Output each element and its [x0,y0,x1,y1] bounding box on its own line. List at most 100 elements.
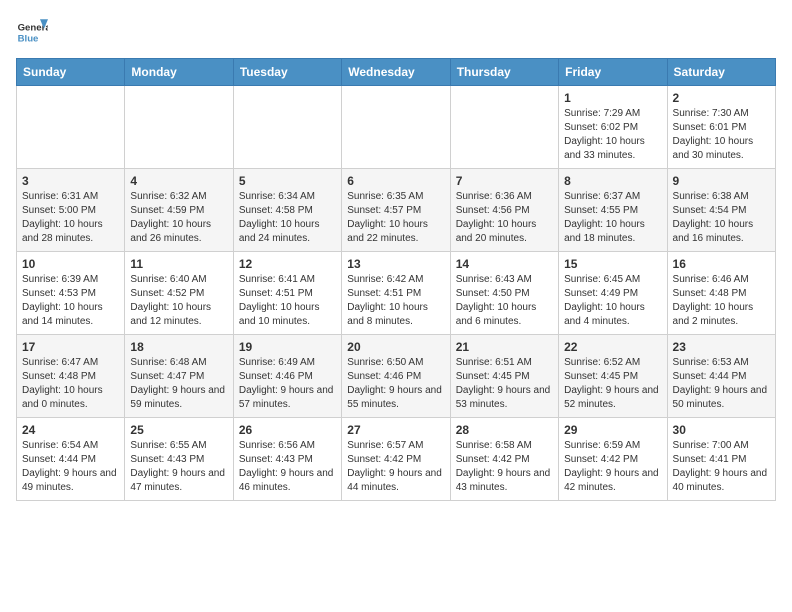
calendar-cell: 12 Sunrise: 6:41 AM Sunset: 4:51 PM Dayli… [233,252,341,335]
day-info: Sunrise: 6:41 AM Sunset: 4:51 PM Dayligh… [239,273,336,329]
calendar-cell: 20 Sunrise: 6:50 AM Sunset: 4:46 PM Dayli… [342,335,450,418]
calendar-cell: 15 Sunrise: 6:45 AM Sunset: 4:49 PM Dayli… [559,252,667,335]
day-info: Sunrise: 6:32 AM Sunset: 4:59 PM Dayligh… [130,190,227,246]
logo-icon: GeneralBlue [16,16,48,48]
day-info: Sunrise: 6:51 AM Sunset: 4:45 PM Dayligh… [456,356,553,412]
calendar-cell: 23 Sunrise: 6:53 AM Sunset: 4:44 PM Dayli… [667,335,775,418]
calendar-cell: 22 Sunrise: 6:52 AM Sunset: 4:45 PM Dayli… [559,335,667,418]
calendar-cell: 25Sunrise: 6:55 AM Sunset: 4:43 PM Dayli… [125,418,233,501]
day-number: 29 [564,423,661,437]
calendar-cell: 13Sunrise: 6:42 AM Sunset: 4:51 PM Dayli… [342,252,450,335]
calendar-cell: 9 Sunrise: 6:38 AM Sunset: 4:54 PM Daylig… [667,169,775,252]
day-number: 12 [239,257,336,271]
day-number: 1 [564,91,661,105]
day-number: 30 [673,423,770,437]
day-info: Sunrise: 6:45 AM Sunset: 4:49 PM Dayligh… [564,273,661,329]
day-number: 5 [239,174,336,188]
day-number: 22 [564,340,661,354]
day-info: Sunrise: 7:30 AM Sunset: 6:01 PM Dayligh… [673,107,770,163]
day-info: Sunrise: 6:52 AM Sunset: 4:45 PM Dayligh… [564,356,661,412]
day-info: Sunrise: 6:58 AM Sunset: 4:42 PM Dayligh… [456,439,553,495]
calendar-header: SundayMondayTuesdayWednesdayThursdayFrid… [17,59,776,86]
calendar-cell: 10 Sunrise: 6:39 AM Sunset: 4:53 PM Dayli… [17,252,125,335]
day-number: 26 [239,423,336,437]
header-day: Sunday [17,59,125,86]
day-number: 20 [347,340,444,354]
day-info: Sunrise: 6:34 AM Sunset: 4:58 PM Dayligh… [239,190,336,246]
day-info: Sunrise: 6:56 AM Sunset: 4:43 PM Dayligh… [239,439,336,495]
calendar-week-row: 3Sunrise: 6:31 AM Sunset: 5:00 PM Daylig… [17,169,776,252]
calendar-cell: 1Sunrise: 7:29 AM Sunset: 6:02 PM Daylig… [559,86,667,169]
calendar-week-row: 17 Sunrise: 6:47 AM Sunset: 4:48 PM Dayli… [17,335,776,418]
header-day: Saturday [667,59,775,86]
day-number: 2 [673,91,770,105]
calendar-cell: 28 Sunrise: 6:58 AM Sunset: 4:42 PM Dayli… [450,418,558,501]
header: GeneralBlue [16,16,776,48]
day-info: Sunrise: 6:53 AM Sunset: 4:44 PM Dayligh… [673,356,770,412]
day-info: Sunrise: 6:38 AM Sunset: 4:54 PM Dayligh… [673,190,770,246]
day-number: 27 [347,423,444,437]
day-number: 3 [22,174,119,188]
day-number: 15 [564,257,661,271]
day-number: 25 [130,423,227,437]
day-info: Sunrise: 6:37 AM Sunset: 4:55 PM Dayligh… [564,190,661,246]
day-info: Sunrise: 6:40 AM Sunset: 4:52 PM Dayligh… [130,273,227,329]
day-info: Sunrise: 6:42 AM Sunset: 4:51 PM Dayligh… [347,273,444,329]
day-number: 16 [673,257,770,271]
calendar-week-row: 1Sunrise: 7:29 AM Sunset: 6:02 PM Daylig… [17,86,776,169]
calendar-cell: 2 Sunrise: 7:30 AM Sunset: 6:01 PM Daylig… [667,86,775,169]
day-number: 7 [456,174,553,188]
day-number: 14 [456,257,553,271]
calendar-cell [342,86,450,169]
calendar-cell: 29 Sunrise: 6:59 AM Sunset: 4:42 PM Dayli… [559,418,667,501]
day-number: 9 [673,174,770,188]
day-number: 18 [130,340,227,354]
calendar-cell: 3Sunrise: 6:31 AM Sunset: 5:00 PM Daylig… [17,169,125,252]
calendar-cell: 6Sunrise: 6:35 AM Sunset: 4:57 PM Daylig… [342,169,450,252]
day-info: Sunrise: 6:50 AM Sunset: 4:46 PM Dayligh… [347,356,444,412]
day-info: Sunrise: 6:48 AM Sunset: 4:47 PM Dayligh… [130,356,227,412]
calendar-cell [125,86,233,169]
day-info: Sunrise: 6:39 AM Sunset: 4:53 PM Dayligh… [22,273,119,329]
calendar-cell: 21 Sunrise: 6:51 AM Sunset: 4:45 PM Dayli… [450,335,558,418]
calendar-table: SundayMondayTuesdayWednesdayThursdayFrid… [16,58,776,501]
day-number: 21 [456,340,553,354]
calendar-cell: 24 Sunrise: 6:54 AM Sunset: 4:44 PM Dayli… [17,418,125,501]
svg-text:Blue: Blue [18,34,39,45]
calendar-cell [233,86,341,169]
calendar-cell [17,86,125,169]
calendar-cell: 7 Sunrise: 6:36 AM Sunset: 4:56 PM Daylig… [450,169,558,252]
calendar-cell: 17 Sunrise: 6:47 AM Sunset: 4:48 PM Dayli… [17,335,125,418]
day-info: Sunrise: 6:59 AM Sunset: 4:42 PM Dayligh… [564,439,661,495]
calendar-cell: 16 Sunrise: 6:46 AM Sunset: 4:48 PM Dayli… [667,252,775,335]
day-number: 19 [239,340,336,354]
calendar-cell: 27 Sunrise: 6:57 AM Sunset: 4:42 PM Dayli… [342,418,450,501]
day-info: Sunrise: 6:43 AM Sunset: 4:50 PM Dayligh… [456,273,553,329]
header-day: Wednesday [342,59,450,86]
day-number: 11 [130,257,227,271]
calendar-cell: 14 Sunrise: 6:43 AM Sunset: 4:50 PM Dayli… [450,252,558,335]
day-number: 28 [456,423,553,437]
day-info: Sunrise: 6:54 AM Sunset: 4:44 PM Dayligh… [22,439,119,495]
day-number: 24 [22,423,119,437]
day-number: 17 [22,340,119,354]
day-number: 10 [22,257,119,271]
calendar-week-row: 10 Sunrise: 6:39 AM Sunset: 4:53 PM Dayli… [17,252,776,335]
calendar-cell: 11 Sunrise: 6:40 AM Sunset: 4:52 PM Dayli… [125,252,233,335]
logo: GeneralBlue [16,16,48,48]
day-info: Sunrise: 6:47 AM Sunset: 4:48 PM Dayligh… [22,356,119,412]
day-number: 23 [673,340,770,354]
day-info: Sunrise: 6:35 AM Sunset: 4:57 PM Dayligh… [347,190,444,246]
calendar-cell: 4 Sunrise: 6:32 AM Sunset: 4:59 PM Daylig… [125,169,233,252]
day-info: Sunrise: 6:57 AM Sunset: 4:42 PM Dayligh… [347,439,444,495]
header-day: Thursday [450,59,558,86]
day-info: Sunrise: 6:49 AM Sunset: 4:46 PM Dayligh… [239,356,336,412]
calendar-cell: 8 Sunrise: 6:37 AM Sunset: 4:55 PM Daylig… [559,169,667,252]
calendar-cell: 19 Sunrise: 6:49 AM Sunset: 4:46 PM Dayli… [233,335,341,418]
day-number: 4 [130,174,227,188]
day-info: Sunrise: 6:36 AM Sunset: 4:56 PM Dayligh… [456,190,553,246]
calendar-cell: 5 Sunrise: 6:34 AM Sunset: 4:58 PM Daylig… [233,169,341,252]
header-day: Tuesday [233,59,341,86]
day-info: Sunrise: 6:46 AM Sunset: 4:48 PM Dayligh… [673,273,770,329]
day-number: 8 [564,174,661,188]
